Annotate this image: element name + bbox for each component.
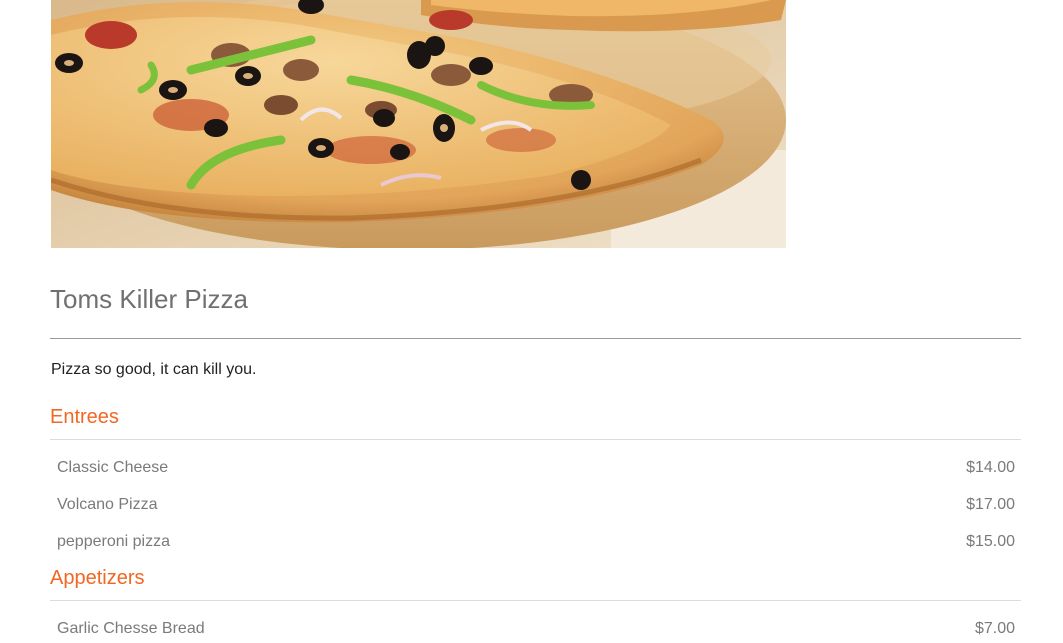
- menu-item-name: pepperoni pizza: [57, 533, 170, 550]
- menu-item-price: $15.00: [966, 533, 1015, 550]
- restaurant-name: Toms Killer Pizza: [50, 284, 248, 314]
- restaurant-page: Toms Killer Pizza Pizza so good, it can …: [0, 0, 1063, 643]
- section-title-appetizers: Appetizers: [50, 567, 145, 589]
- menu-item[interactable]: Garlic Chesse Bread $7.00: [57, 618, 1015, 640]
- menu-item-price: $17.00: [966, 496, 1015, 513]
- menu-item-name: Garlic Chesse Bread: [57, 620, 205, 637]
- menu-item-name: Volcano Pizza: [57, 496, 158, 513]
- pizza-photo: [51, 0, 786, 248]
- menu-item[interactable]: Classic Cheese $14.00: [57, 457, 1015, 479]
- title-divider: [50, 338, 1021, 339]
- menu-item[interactable]: pepperoni pizza $15.00: [57, 531, 1015, 553]
- menu-item-price: $7.00: [974, 620, 1015, 637]
- section-divider: [50, 439, 1021, 440]
- section-divider: [50, 600, 1021, 601]
- menu-item[interactable]: Volcano Pizza $17.00: [57, 494, 1015, 516]
- section-title-entrees: Entrees: [50, 406, 119, 428]
- restaurant-tagline: Pizza so good, it can kill you.: [51, 361, 257, 378]
- menu-item-name: Classic Cheese: [57, 459, 169, 476]
- menu-item-price: $14.00: [966, 459, 1015, 476]
